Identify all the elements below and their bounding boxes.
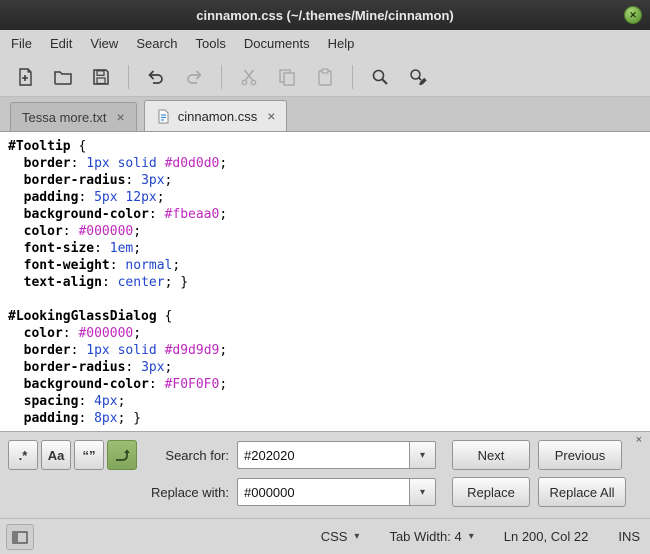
- undo-icon: [148, 69, 163, 84]
- code-line: #Tooltip {: [8, 139, 87, 154]
- new-document-button[interactable]: [9, 61, 41, 93]
- wrap-around-icon: [116, 449, 130, 461]
- menu-item-tools[interactable]: Tools: [187, 32, 235, 55]
- window-title: cinnamon.css (~/.themes/Mine/cinnamon): [196, 7, 454, 23]
- code-line: font-size: 1em;: [23, 241, 142, 256]
- code-line: color: #000000;: [23, 326, 142, 341]
- code-line: border-radius: 3px;: [23, 173, 173, 188]
- side-pane-toggle-button[interactable]: [6, 523, 34, 550]
- code-line: spacing: 4px;: [23, 394, 126, 409]
- new-document-icon: [19, 67, 32, 86]
- chevron-down-icon: ▾: [419, 486, 426, 498]
- regex-toggle[interactable]: .*: [8, 440, 38, 470]
- redo-icon: [187, 69, 202, 84]
- cursor-position: Ln 200, Col 22: [503, 529, 589, 544]
- search-replace-button[interactable]: [402, 61, 434, 93]
- code-line: padding: 8px; }: [23, 411, 142, 426]
- search-panel: × .* Aa “” Search for: ▾ Next Previous: [0, 431, 650, 518]
- wrap-around-toggle[interactable]: [107, 440, 137, 470]
- match-case-toggle[interactable]: Aa: [41, 440, 71, 470]
- search-row: .* Aa “” Search for: ▾ Next Previous: [8, 439, 642, 471]
- search-for-label: Search for:: [165, 447, 229, 463]
- side-pane-icon: [12, 530, 28, 544]
- search-history-dropdown[interactable]: ▾: [409, 441, 436, 469]
- copy-icon: [279, 68, 295, 86]
- menu-item-search[interactable]: Search: [127, 32, 186, 55]
- redo-button[interactable]: [178, 61, 210, 93]
- tab-close-icon[interactable]: ×: [267, 109, 275, 123]
- tab-width-value: Tab Width: 4: [389, 529, 462, 544]
- code-line: border: 1px solid #d9d9d9;: [23, 343, 228, 358]
- language-selector[interactable]: CSS ▾: [321, 529, 360, 544]
- tab-tessa-more-txt[interactable]: Tessa more.txt ×: [10, 102, 137, 131]
- menu-item-edit[interactable]: Edit: [41, 32, 81, 55]
- menu-item-help[interactable]: Help: [319, 32, 364, 55]
- statusbar-right: CSS ▾ Tab Width: 4 ▾ Ln 200, Col 22 INS: [321, 529, 640, 544]
- previous-button[interactable]: Previous: [538, 440, 622, 470]
- toolbar: [0, 57, 650, 97]
- toolbar-separator: [128, 64, 129, 89]
- tab-label: Tessa more.txt: [22, 109, 107, 125]
- undo-button[interactable]: [140, 61, 172, 93]
- editor-code: #Tooltip { border: 1px solid #d0d0d0; bo…: [8, 138, 650, 427]
- code-line: background-color: #fbeaa0;: [23, 207, 228, 222]
- menubar: File Edit View Search Tools Documents He…: [0, 30, 650, 57]
- copy-button[interactable]: [271, 61, 303, 93]
- replace-row: Replace with: ▾ Replace Replace All: [8, 476, 642, 508]
- cut-scissors-icon: [241, 69, 257, 85]
- search-magnifier-icon: [372, 69, 388, 85]
- editor-area[interactable]: #Tooltip { border: 1px solid #d0d0d0; bo…: [0, 132, 650, 431]
- open-button[interactable]: [47, 61, 79, 93]
- tab-close-icon[interactable]: ×: [117, 110, 125, 124]
- language-value: CSS: [320, 529, 348, 544]
- search-button[interactable]: [364, 61, 396, 93]
- tab-cinnamon-css[interactable]: cinnamon.css ×: [143, 100, 288, 131]
- tab-label: cinnamon.css: [177, 108, 258, 124]
- code-line: border: 1px solid #d0d0d0;: [23, 156, 228, 171]
- code-line: padding: 5px 12px;: [23, 190, 165, 205]
- replace-button[interactable]: Replace: [452, 477, 530, 507]
- search-panel-close-icon[interactable]: ×: [633, 433, 645, 448]
- window-close-button[interactable]: ✕: [624, 6, 642, 24]
- paste-clipboard-icon: [318, 67, 332, 86]
- whole-word-toggle[interactable]: “”: [74, 440, 104, 470]
- replace-with-label: Replace with:: [150, 484, 229, 500]
- code-line: text-align: center; }: [23, 275, 189, 290]
- code-line: color: #000000;: [23, 224, 142, 239]
- code-line: border-radius: 3px;: [23, 360, 173, 375]
- menu-item-documents[interactable]: Documents: [235, 32, 319, 55]
- replace-all-button[interactable]: Replace All: [538, 477, 626, 507]
- menu-item-file[interactable]: File: [2, 32, 41, 55]
- titlebar[interactable]: cinnamon.css (~/.themes/Mine/cinnamon) ✕: [0, 0, 650, 30]
- chevron-down-icon: ▾: [354, 531, 360, 542]
- paste-button[interactable]: [309, 61, 341, 93]
- toolbar-separator: [221, 64, 222, 89]
- replace-history-dropdown[interactable]: ▾: [409, 478, 436, 506]
- code-line: #LookingGlassDialog {: [8, 309, 173, 324]
- css-file-icon: [158, 109, 169, 123]
- search-input[interactable]: [237, 441, 409, 469]
- input-mode: INS: [618, 529, 640, 544]
- search-toggles: .* Aa “”: [8, 440, 137, 470]
- chevron-down-icon: ▾: [468, 531, 474, 542]
- code-line: font-weight: normal;: [23, 258, 181, 273]
- open-folder-icon: [54, 70, 72, 85]
- search-replace-icon: [410, 68, 427, 85]
- toolbar-separator: [352, 64, 353, 89]
- tab-width-selector[interactable]: Tab Width: 4 ▾: [389, 529, 473, 544]
- app-window: cinnamon.css (~/.themes/Mine/cinnamon) ✕…: [0, 0, 650, 554]
- statusbar: CSS ▾ Tab Width: 4 ▾ Ln 200, Col 22 INS: [0, 518, 650, 554]
- next-button[interactable]: Next: [452, 440, 530, 470]
- save-button[interactable]: [85, 61, 117, 93]
- tabbar: Tessa more.txt × cinnamon.css ×: [0, 97, 650, 132]
- cut-button[interactable]: [233, 61, 265, 93]
- menu-item-view[interactable]: View: [81, 32, 127, 55]
- close-icon: ✕: [629, 9, 637, 20]
- chevron-down-icon: ▾: [419, 449, 426, 461]
- save-icon: [93, 68, 109, 85]
- code-line: background-color: #F0F0F0;: [23, 377, 228, 392]
- replace-input[interactable]: [237, 478, 409, 506]
